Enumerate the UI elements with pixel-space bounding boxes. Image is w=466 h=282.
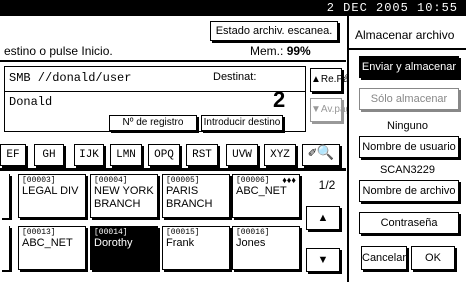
password-button[interactable]: Contraseña: [359, 212, 459, 234]
list-item[interactable]: [00006] ♦♦♦ ABC_NET: [232, 174, 300, 218]
entry-code: [00013]: [22, 228, 56, 237]
tab-gh[interactable]: GH: [34, 144, 64, 166]
destination-user: Donald: [9, 95, 53, 109]
cancel-button[interactable]: Cancelar: [361, 246, 407, 270]
ok-button[interactable]: OK: [411, 246, 455, 270]
entry-name: NEW YORK BRANCH: [94, 185, 154, 210]
tab-opq[interactable]: OPQ: [148, 144, 180, 166]
file-name-button[interactable]: Nombre de archivo: [359, 180, 459, 202]
entry-code: [00015]: [166, 228, 200, 237]
instruction-text: estino o pulse Inicio.: [4, 44, 113, 58]
top-status-bar: 2 DEC 2005 10:55: [0, 0, 466, 16]
destination-count: 2: [273, 87, 286, 112]
entry-name: Dorothy: [94, 237, 133, 249]
tab-lmn[interactable]: LMN: [110, 144, 142, 166]
entry-code: [00006]: [236, 176, 270, 185]
entry-name: ABC_NET: [236, 185, 287, 197]
prev-page-button[interactable]: ▲Re.Pág: [310, 68, 354, 92]
clock: 2 DEC 2005 10:55: [326, 1, 458, 15]
panel-title: Almacenar archivo: [355, 28, 455, 42]
list-item[interactable]: [00004] NEW YORK BRANCH: [90, 174, 158, 218]
list-item[interactable]: [00016] Jones: [232, 226, 300, 270]
entry-partial[interactable]: [0, 174, 10, 218]
list-item[interactable]: [00003] LEGAL DIV: [18, 174, 86, 218]
divider: [349, 48, 466, 50]
memory-indicator: Mem.: 99%: [250, 44, 311, 58]
divider: [5, 91, 305, 92]
scroll-down-button[interactable]: ▼: [306, 248, 340, 272]
entry-name: Jones: [236, 237, 266, 249]
divider: [0, 60, 346, 62]
entry-name: LEGAL DIV: [22, 185, 79, 197]
scan-status-button[interactable]: Estado archiv. escanea.: [210, 21, 338, 41]
file-name-value: SCAN3229: [379, 164, 436, 176]
tab-xyz[interactable]: XYZ: [264, 144, 296, 166]
entry-code: [00004]: [94, 176, 128, 185]
entry-partial[interactable]: [0, 226, 10, 270]
alphabet-tabs: EF GH IJK LMN OPQ RST UVW XYZ ✐🔍: [0, 144, 346, 170]
message-area: Estado archiv. escanea. estino o pulse I…: [0, 16, 346, 60]
tab-ijk[interactable]: IJK: [74, 144, 104, 166]
entry-name: Frank: [166, 237, 195, 249]
tab-uvw[interactable]: UVW: [226, 144, 258, 166]
entry-code: [00005]: [166, 176, 200, 185]
store-only-button[interactable]: Sólo almacenar: [359, 88, 459, 110]
destination-path: SMB //donald/user: [9, 71, 132, 85]
user-name-button[interactable]: Nombre de usuario: [359, 136, 459, 158]
list-item[interactable]: [00013] ABC_NET: [18, 226, 86, 270]
memory-value: 99%: [286, 44, 311, 58]
enter-destination-button[interactable]: Introducir destino: [201, 115, 283, 131]
entry-code: [00016]: [236, 228, 270, 237]
list-item-selected[interactable]: [00014] Dorothy: [90, 226, 158, 270]
memory-label: Mem.:: [250, 44, 284, 58]
entry-name: ABC_NET: [22, 237, 73, 249]
group-icon: ♦♦♦: [282, 175, 296, 185]
tab-ef[interactable]: EF: [0, 144, 26, 166]
entry-code: [00014]: [94, 228, 128, 237]
next-page-button[interactable]: ▼Av.pág: [310, 98, 351, 122]
scroll-up-button[interactable]: ▲: [306, 206, 340, 230]
list-item[interactable]: [00015] Frank: [162, 226, 230, 270]
tab-rst[interactable]: RST: [186, 144, 218, 166]
destination-panel: SMB //donald/user Destinat: Donald 2 Nº …: [4, 66, 306, 132]
entry-name: PARIS BRANCH: [166, 185, 213, 210]
divider: [0, 168, 346, 171]
store-file-panel: Almacenar archivo Enviar y almacenar Sól…: [347, 16, 466, 282]
registration-number-button[interactable]: Nº de registro: [109, 115, 197, 131]
entry-code: [00003]: [22, 176, 56, 185]
user-name-value: Ninguno: [387, 120, 428, 132]
page-indicator: 1/2: [318, 178, 336, 192]
destination-count-label: Destinat:: [213, 71, 257, 83]
list-item[interactable]: [00005] PARIS BRANCH: [162, 174, 230, 218]
search-icon[interactable]: ✐🔍: [302, 144, 340, 166]
send-and-store-button[interactable]: Enviar y almacenar: [359, 56, 459, 78]
